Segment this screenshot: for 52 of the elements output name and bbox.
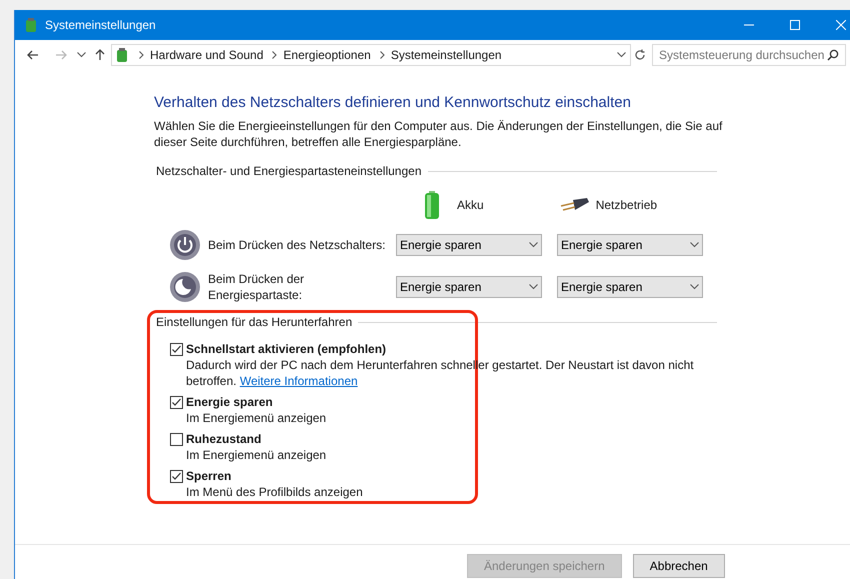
chevron-down-icon: [690, 242, 699, 248]
moon-icon: [169, 271, 201, 303]
breadcrumb-item[interactable]: Systemeinstellungen: [390, 46, 502, 64]
dropdown[interactable]: Energie sparen: [557, 234, 703, 256]
power-plug-icon: [558, 198, 591, 212]
checkbox-label[interactable]: Ruhezustand: [186, 430, 262, 448]
checkbox[interactable]: [170, 470, 183, 482]
option-description: Im Menü des Profilbilds anzeigen: [186, 484, 364, 500]
chevron-right-icon: [139, 51, 144, 59]
column-header: Akku: [457, 197, 484, 214]
address-field[interactable]: Hardware und Sound Energieoptionen Systemeinstellungen: [111, 44, 631, 66]
checkbox-label[interactable]: Sperren: [186, 467, 232, 485]
recent-pages-icon: [77, 52, 86, 58]
search-icon[interactable]: [827, 49, 839, 61]
breadcrumb-item[interactable]: Hardware und Sound: [150, 46, 264, 64]
footer-button[interactable]: Abbrechen: [632, 554, 725, 578]
address-dropdown-icon: [617, 52, 626, 58]
checkbox-label[interactable]: Energie sparen: [186, 393, 273, 411]
setting-label: Beim Drücken der Energiespartaste:: [208, 271, 306, 303]
maximize-icon[interactable]: [790, 20, 800, 30]
dropdown[interactable]: Energie sparen: [557, 276, 703, 298]
checkbox[interactable]: [170, 432, 183, 446]
back-arrow-icon[interactable]: [27, 50, 39, 60]
dropdown[interactable]: Energie sparen: [396, 276, 542, 298]
window-title: Systemeinstellungen: [45, 17, 156, 34]
page-heading: Verhalten des Netzschalters definieren und Kennwortschutz einschalten: [154, 93, 632, 113]
chevron-down-icon: [529, 284, 538, 290]
up-arrow-icon[interactable]: [95, 49, 105, 61]
checkbox[interactable]: [170, 342, 183, 356]
chevron-right-icon: [380, 51, 385, 59]
setting-label: Beim Drücken des Netzschalters:: [208, 237, 386, 253]
section-title: Einstellungen für das Herunterfahren: [156, 314, 352, 331]
more-info-link[interactable]: Weitere Informationen: [240, 374, 358, 388]
section-title: Netzschalter- und Energiespartasteneinstellungen: [156, 163, 422, 180]
battery-icon: [425, 191, 439, 219]
dropdown[interactable]: Energie sparen: [396, 234, 542, 256]
breadcrumb-item[interactable]: Energieoptionen: [283, 46, 371, 64]
checkbox[interactable]: [170, 396, 183, 408]
chevron-right-icon: [272, 51, 278, 59]
checkbox-label[interactable]: Schnellstart aktivieren (empfohlen): [186, 340, 386, 358]
option-description: Im Energiemenü anzeigen: [186, 447, 328, 463]
power-icon: [169, 229, 201, 261]
chevron-down-icon: [690, 284, 699, 290]
chevron-down-icon: [529, 242, 538, 248]
refresh-icon[interactable]: [634, 49, 646, 61]
close-icon[interactable]: [836, 20, 846, 30]
option-description: Im Energiemenü anzeigen: [186, 410, 328, 426]
search-field[interactable]: Systemsteuerung durchsuchen: [652, 44, 846, 66]
control-panel-icon: [114, 47, 130, 63]
column-header: Netzbetrieb: [596, 197, 658, 214]
app-icon: [23, 17, 39, 33]
intro-text: Wählen Sie die Energieeinstellungen für den Computer aus. Die Änderungen der Einstellungen, die Sie auf dieser Seite durchführen, betreffen alle Energiesparpläne.: [154, 118, 724, 150]
